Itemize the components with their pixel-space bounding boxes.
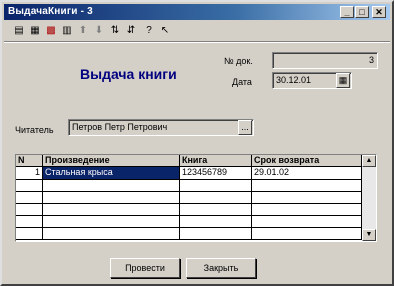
reader-select-button[interactable]: ...: [238, 120, 252, 135]
table-row[interactable]: [16, 227, 362, 240]
cell-book[interactable]: 123456789: [180, 167, 252, 179]
form-heading: Выдача книги: [80, 66, 177, 82]
maximize-button[interactable]: □: [355, 6, 369, 18]
new-doc-icon[interactable]: ▤: [12, 24, 26, 38]
cell-work[interactable]: Стальная крыса: [43, 167, 180, 179]
reader-field[interactable]: Петров Петр Петрович: [68, 119, 254, 136]
column-header-work[interactable]: Произведение: [43, 155, 180, 167]
help-icon[interactable]: ?: [142, 24, 156, 38]
reader-value: Петров Петр Петрович: [72, 122, 168, 132]
post-button[interactable]: Провести: [110, 258, 180, 278]
vertical-scrollbar[interactable]: ▲ ▼: [362, 155, 376, 241]
toolbar-separator: [4, 41, 390, 43]
sort-desc-icon[interactable]: ⇵: [124, 24, 138, 38]
up-arrow-icon[interactable]: ⬆: [76, 24, 90, 38]
column-header-due[interactable]: Срок возврата: [252, 155, 362, 167]
column-header-n[interactable]: N: [16, 155, 43, 167]
reader-label: Читатель: [15, 125, 54, 135]
window-title: ВыдачаКниги - 3: [8, 6, 93, 17]
title-bar[interactable]: ВыдачаКниги - 3 _ □ ✕: [4, 4, 390, 20]
date-label: Дата: [232, 77, 252, 87]
doc-no-label: № док.: [224, 56, 253, 66]
cell-due[interactable]: 29.01.02: [252, 167, 362, 179]
minimize-button[interactable]: _: [340, 6, 354, 18]
close-form-button[interactable]: Закрыть: [186, 258, 256, 278]
toolbar: ▤ ▦ ▩ ▥ ⬆ ⬇ ⇅ ⇵ ? ↖: [4, 22, 390, 40]
window: ВыдачаКниги - 3 _ □ ✕ ▤ ▦ ▩ ▥ ⬆ ⬇ ⇅ ⇵ ? …: [0, 0, 394, 286]
sort-asc-icon[interactable]: ⇅: [108, 24, 122, 38]
books-table[interactable]: N Произведение Книга Срок возврата 1 Ста…: [15, 154, 377, 242]
scroll-down-icon[interactable]: ▼: [362, 229, 376, 241]
close-button[interactable]: ✕: [372, 6, 386, 18]
context-help-icon[interactable]: ↖: [158, 24, 172, 38]
down-arrow-icon[interactable]: ⬇: [92, 24, 106, 38]
delete-icon[interactable]: ▩: [44, 24, 58, 38]
date-value: 30.12.01: [276, 75, 312, 85]
print-icon[interactable]: ▦: [28, 24, 42, 38]
column-header-book[interactable]: Книга: [180, 155, 252, 167]
calendar-icon[interactable]: ▦: [336, 73, 350, 88]
copy-icon[interactable]: ▥: [60, 24, 74, 38]
row-number: 1: [16, 167, 43, 179]
doc-no-field[interactable]: 3: [272, 52, 378, 69]
scroll-up-icon[interactable]: ▲: [362, 155, 376, 167]
